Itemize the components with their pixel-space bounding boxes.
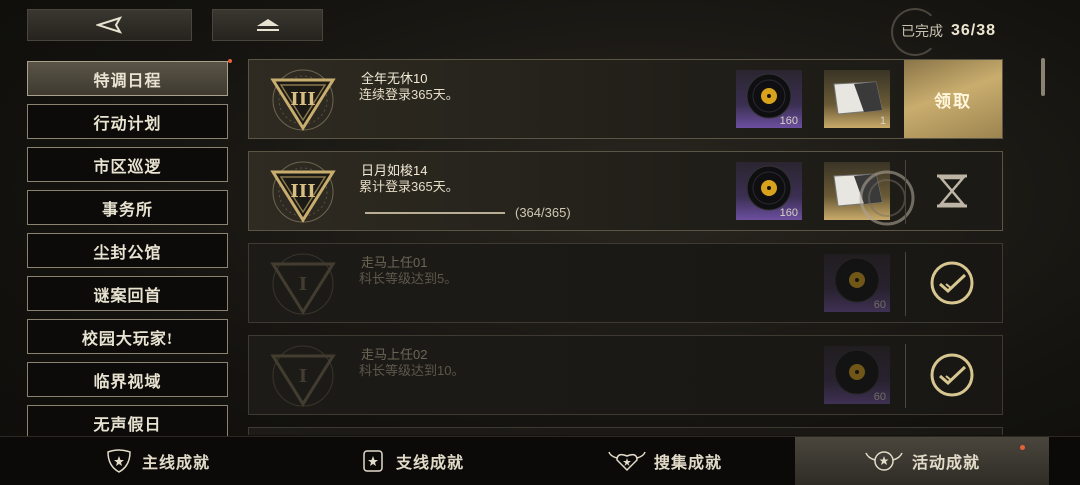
svg-text:I: I [299, 366, 307, 387]
sidebar-item-1[interactable]: 特调日程 [27, 61, 228, 96]
winged-badge-icon [865, 451, 903, 471]
card-divider [905, 252, 906, 316]
sidebar-item-9[interactable]: 无声假日 [27, 405, 228, 440]
svg-text:I: I [299, 274, 307, 295]
tab-event[interactable]: 活动成就 [795, 437, 1049, 485]
eject-home-icon [256, 19, 279, 31]
tab-label: 主线成就 [141, 455, 210, 472]
tab-label: 活动成就 [911, 455, 980, 472]
achievement-emblem-icon: I [270, 253, 336, 315]
completed-check-icon [930, 261, 974, 305]
home-button[interactable] [212, 9, 323, 41]
sidebar-item-6[interactable]: 谜案回首 [27, 276, 228, 311]
achievement-desc: 科长等级达到10。 [359, 363, 465, 378]
card-divider [905, 160, 906, 224]
touch-ripple-icon [859, 170, 915, 226]
tab-collect[interactable]: 搜集成就 [538, 437, 792, 485]
list-scrollbar[interactable] [1041, 58, 1045, 96]
achievement-emblem-icon: I [270, 345, 336, 407]
achievement-card: I 走马上任01 科长等级达到5。 60 [248, 243, 1003, 323]
reward-qty: 60 [873, 391, 886, 403]
achievement-emblem-icon: III [270, 161, 336, 223]
sidebar-item-5[interactable]: 尘封公馆 [27, 233, 228, 268]
notification-dot [228, 59, 232, 63]
achievement-card: III 全年无休10 连续登录365天。 160 1 领取 [248, 59, 1003, 139]
tab-label: 搜集成就 [653, 455, 722, 472]
sidebar-item-8[interactable]: 临界视域 [27, 362, 228, 397]
reward-item[interactable]: 60 [824, 254, 890, 312]
reward-item[interactable]: 160 [736, 70, 802, 128]
sidebar-item-2[interactable]: 行动计划 [27, 104, 228, 139]
reward-item[interactable]: 160 [736, 162, 802, 220]
tab-label: 支线成就 [395, 455, 464, 472]
shield-star-icon [107, 449, 131, 473]
bottom-tab-bar: 主线成就 支线成就 搜集成就 活动成就 [0, 436, 1080, 485]
hourglass-icon [937, 174, 967, 208]
notification-dot [1020, 445, 1025, 450]
tab-side[interactable]: 支线成就 [284, 437, 538, 485]
sidebar-item-7[interactable]: 校园大玩家! [27, 319, 228, 354]
progress-text: (364/365) [515, 205, 571, 220]
completed-check-icon [930, 353, 974, 397]
progress-count: 36/38 [950, 22, 996, 39]
card-divider [905, 344, 906, 408]
winged-heart-icon [608, 451, 646, 472]
achievement-emblem-icon: III [270, 69, 336, 131]
completion-progress: 已完成 36/38 [890, 8, 996, 56]
sidebar-item-4[interactable]: 事务所 [27, 190, 228, 225]
achievement-desc: 累计登录365天。 [359, 179, 459, 194]
svg-text:III: III [290, 181, 315, 202]
achievement-desc: 连续登录365天。 [359, 87, 459, 102]
reward-item[interactable]: 60 [824, 346, 890, 404]
reward-qty: 160 [779, 115, 798, 127]
reward-qty: 1 [879, 115, 886, 127]
tab-main[interactable]: 主线成就 [30, 437, 284, 485]
achievement-desc: 科长等级达到5。 [359, 271, 458, 286]
progress-label: 已完成 [900, 23, 943, 39]
progress-bar [365, 212, 505, 214]
reward-qty: 60 [873, 299, 886, 311]
claim-button[interactable]: 领取 [904, 60, 1002, 138]
achievement-card [248, 427, 1003, 435]
badge-star-icon [363, 450, 383, 472]
achievement-list[interactable]: III 全年无休10 连续登录365天。 160 1 领取 III 日月如梭14… [248, 59, 1003, 435]
back-arrow-icon [95, 16, 122, 34]
reward-item[interactable]: 1 [824, 70, 890, 128]
back-button[interactable] [27, 9, 192, 41]
svg-text:III: III [290, 89, 315, 110]
sidebar-item-3[interactable]: 市区巡逻 [27, 147, 228, 182]
achievement-card: III 日月如梭14 累计登录365天。 (364/365) 160 [248, 151, 1003, 231]
reward-qty: 160 [779, 207, 798, 219]
category-sidebar: 特调日程 行动计划 市区巡逻 事务所 尘封公馆 谜案回首 校园大玩家! 临界视域… [27, 59, 232, 448]
achievement-card: I 走马上任02 科长等级达到10。 60 [248, 335, 1003, 415]
